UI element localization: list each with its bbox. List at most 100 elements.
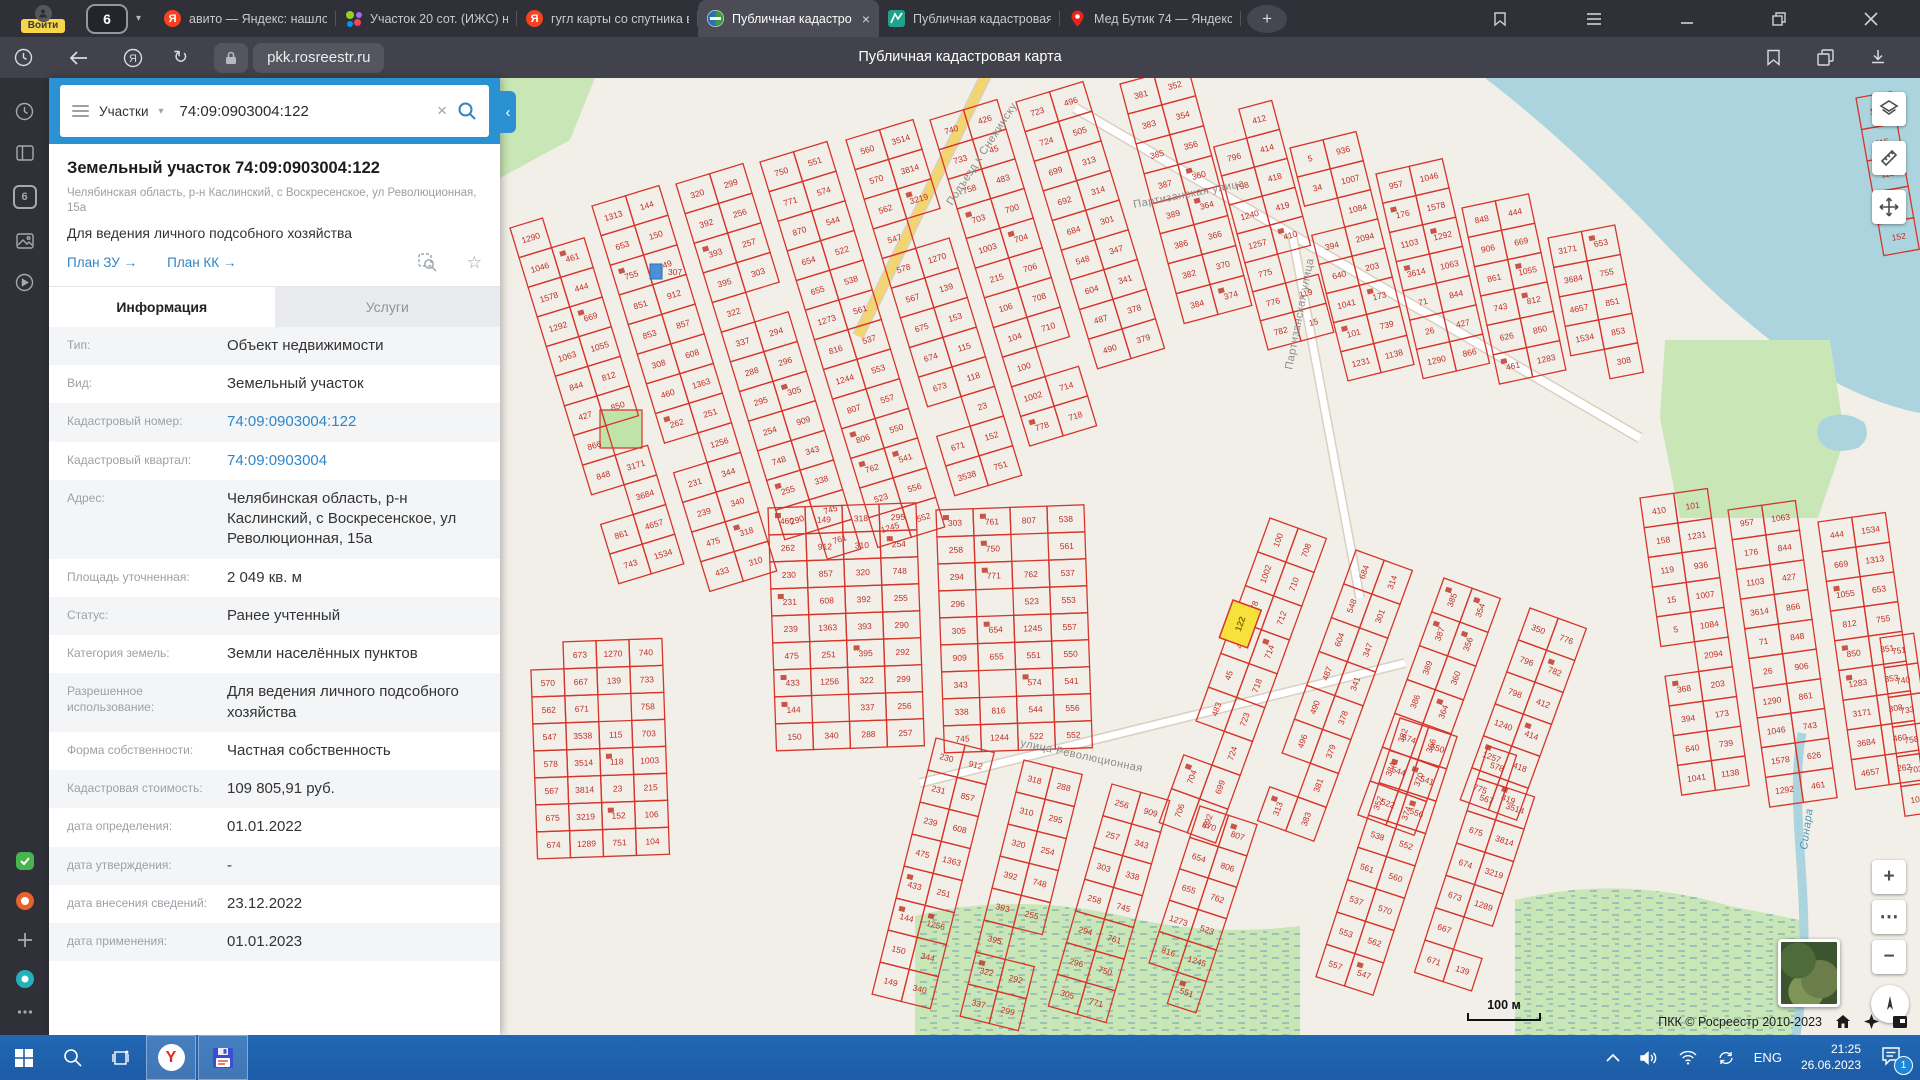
bookmark-flag-icon[interactable]: [1492, 11, 1508, 27]
info-label: Статус:: [49, 597, 221, 635]
info-value[interactable]: 74:09:0903004:122: [221, 403, 500, 441]
language-indicator[interactable]: ENG: [1754, 1050, 1782, 1065]
clear-search-icon[interactable]: ×: [437, 101, 447, 121]
parcel-number: 626: [1499, 330, 1515, 343]
parcel-number: 3219: [1483, 865, 1504, 880]
parcel-number: 3514: [574, 757, 594, 768]
scale-label: 100 м: [1467, 998, 1541, 1012]
taskbar-floppy-app[interactable]: [198, 1035, 248, 1080]
parcel-number: 343: [804, 443, 821, 457]
chevron-down-icon[interactable]: ▾: [136, 13, 141, 24]
zoom-in-button[interactable]: +: [1872, 860, 1906, 894]
plan-kk-link[interactable]: План КК →: [167, 255, 236, 270]
search-menu-icon[interactable]: [72, 105, 89, 117]
tabs-count-icon[interactable]: 6: [13, 185, 37, 209]
task-view-icon[interactable]: [96, 1035, 144, 1080]
info-value[interactable]: 74:09:0903004: [221, 442, 500, 480]
taskbar-clock[interactable]: 21:25 26.06.2023: [1801, 1042, 1861, 1073]
parcel-number: 557: [1062, 622, 1077, 632]
cadastral-map[interactable]: 1290104615781292106384442786684886174346…: [500, 78, 1920, 1035]
browser-login[interactable]: Войти: [0, 0, 86, 37]
parcel-number: 255: [780, 483, 797, 497]
zoom-out-button[interactable]: −: [1872, 940, 1906, 974]
wifi-icon[interactable]: [1678, 1050, 1698, 1065]
chevron-down-icon[interactable]: ▾: [159, 106, 164, 117]
browser-app-icon[interactable]: [15, 891, 35, 911]
map-more-button[interactable]: ⋯: [1872, 900, 1906, 934]
yandex-home-icon[interactable]: Я: [123, 48, 143, 68]
browser-tab-2[interactable]: Ягугл карты со спутника в: [517, 0, 698, 37]
parcel-number: 251: [702, 406, 719, 420]
parcel-number: 1138: [1720, 767, 1740, 779]
taskbar-yandex-browser[interactable]: Y: [146, 1035, 196, 1080]
search-input[interactable]: [178, 102, 428, 121]
info-label: дата внесения сведений:: [49, 885, 221, 923]
close-icon[interactable]: [1864, 12, 1878, 26]
tray-chevron-icon[interactable]: [1606, 1053, 1620, 1062]
more-dots-icon[interactable]: [17, 1009, 33, 1015]
notification-center-icon[interactable]: 1: [1880, 1045, 1906, 1071]
volume-icon[interactable]: [1639, 1050, 1659, 1066]
address-bar[interactable]: pkk.rosreestr.ru: [253, 43, 384, 73]
menu-icon[interactable]: [1586, 12, 1602, 26]
compass-icon[interactable]: [1864, 1014, 1879, 1029]
favorite-star-icon[interactable]: ☆: [467, 253, 482, 273]
parcel-number: 337: [734, 335, 751, 349]
basemap-preview[interactable]: [1778, 939, 1840, 1007]
bookmark-page-icon[interactable]: [1766, 49, 1781, 66]
tab-counter[interactable]: 6: [86, 4, 128, 34]
new-tab-button[interactable]: +: [1247, 5, 1287, 33]
browser-tab-5[interactable]: Мед Бутик 74 — Яндекс К: [1060, 0, 1241, 37]
downloads-icon[interactable]: [1870, 49, 1886, 66]
lock-icon[interactable]: [214, 43, 248, 73]
restore-icon[interactable]: [1772, 12, 1786, 26]
parcel-number: 548: [1345, 597, 1359, 614]
parcel-number: 560: [1387, 870, 1404, 884]
search-icon[interactable]: [457, 101, 477, 121]
measure-icon[interactable]: [1872, 141, 1906, 175]
start-button[interactable]: [0, 1035, 48, 1080]
parcel-number: 3684: [1563, 272, 1584, 285]
pan-icon[interactable]: [1872, 190, 1906, 224]
tab-services[interactable]: Услуги: [275, 287, 501, 327]
disk-app-icon[interactable]: [15, 851, 35, 871]
parcel-number: 708: [1299, 542, 1313, 559]
parcel-number: 1240: [1493, 717, 1514, 733]
tab-title: авито — Яндекс: нашлось: [189, 12, 327, 26]
map-canvas[interactable]: 1290104615781292106384442786684886174346…: [500, 78, 1920, 1035]
plan-zu-link[interactable]: План ЗУ →: [67, 255, 137, 270]
swamp-pattern: [1515, 888, 1800, 1035]
alice-app-icon[interactable]: [15, 969, 35, 989]
taskbar-search-icon[interactable]: [48, 1035, 96, 1080]
tab-information[interactable]: Информация: [49, 287, 275, 327]
back-icon[interactable]: [69, 50, 89, 66]
minimize-icon[interactable]: [1680, 12, 1694, 26]
sync-tray-icon[interactable]: [1717, 1050, 1735, 1066]
gallery-icon[interactable]: [16, 233, 34, 249]
layers-icon[interactable]: [1872, 92, 1906, 126]
parcel-number: 556: [1065, 703, 1080, 713]
parcel-number: 320: [689, 187, 706, 201]
fullscreen-icon[interactable]: [1892, 1015, 1908, 1029]
browser-tab-0[interactable]: Яавито — Яндекс: нашлось: [155, 0, 336, 37]
panels-icon[interactable]: [16, 145, 34, 161]
selected-parcel[interactable]: 122: [1219, 600, 1261, 648]
recent-clock-icon[interactable]: [15, 102, 34, 121]
parcel-number: 807: [1022, 515, 1037, 525]
browser-tab-4[interactable]: Публичная кадастровая к: [879, 0, 1060, 37]
history-clock-icon[interactable]: [14, 48, 33, 67]
parcel-number: 844: [1777, 541, 1793, 553]
parcel-block-12: 3171368446571534653755851853308: [1548, 225, 1643, 385]
search-category-dropdown[interactable]: Участки: [99, 104, 149, 119]
home-icon[interactable]: [1835, 1014, 1851, 1029]
area-search-icon[interactable]: [418, 253, 437, 272]
browser-tab-3[interactable]: Публичная кадастрова×: [698, 0, 879, 37]
browser-tab-1[interactable]: Участок 20 сот. (ИЖС) на: [336, 0, 517, 37]
tab-close-icon[interactable]: ×: [860, 11, 870, 27]
collapse-panel-button[interactable]: ‹: [500, 91, 516, 133]
video-play-icon[interactable]: [15, 273, 34, 292]
add-panel-icon[interactable]: [16, 931, 34, 949]
collections-icon[interactable]: [1817, 49, 1834, 66]
reload-icon[interactable]: ↻: [173, 47, 188, 68]
parcel-links: План ЗУ → План КК → ☆: [67, 253, 482, 273]
